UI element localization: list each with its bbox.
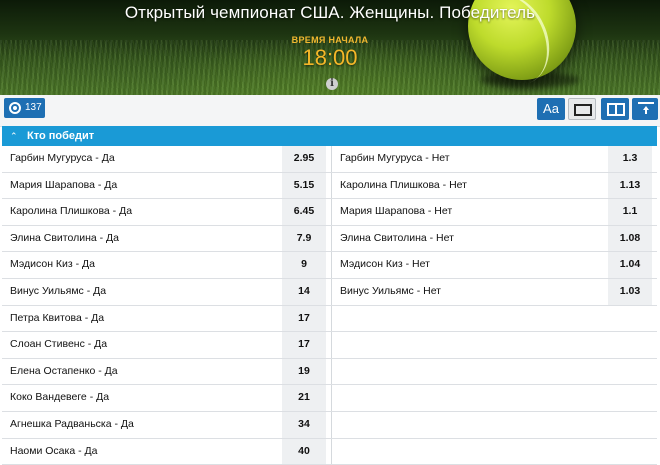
font-size-icon: Aa bbox=[543, 101, 559, 116]
outcome-right[interactable]: Гарбин Мугуруса - Нет 1.3 bbox=[332, 146, 657, 172]
outcome-name: Агнешка Радваньска - Да bbox=[10, 417, 134, 430]
table-row: Слоан Стивенс - Да 17 bbox=[2, 332, 657, 359]
outcome-right[interactable]: Мария Шарапова - Нет 1.1 bbox=[332, 199, 657, 225]
outcome-left[interactable]: Гарбин Мугуруса - Да 2.95 bbox=[2, 146, 332, 172]
font-size-button[interactable]: Aa bbox=[537, 98, 565, 120]
empty-cell bbox=[332, 332, 657, 358]
markets-count-button[interactable]: 137 bbox=[4, 98, 45, 118]
two-column-icon bbox=[607, 103, 625, 116]
table-row: Наоми Осака - Да 40 bbox=[2, 438, 657, 465]
chevron-up-icon: ⌃ bbox=[10, 131, 18, 141]
table-row: Мэдисон Киз - Да 9 Мэдисон Киз - Нет 1.04 bbox=[2, 252, 657, 279]
odds-value[interactable]: 17 bbox=[282, 332, 326, 358]
odds-value[interactable]: 21 bbox=[282, 385, 326, 411]
event-banner: Открытый чемпионат США. Женщины. Победит… bbox=[0, 0, 660, 95]
empty-cell bbox=[332, 358, 657, 385]
odds-value[interactable]: 1.13 bbox=[608, 172, 652, 199]
odds-value[interactable]: 5.15 bbox=[282, 172, 326, 199]
outcome-left[interactable]: Елена Остапенко - Да 19 bbox=[2, 358, 332, 385]
outcome-left[interactable]: Мэдисон Киз - Да 9 bbox=[2, 252, 332, 278]
empty-cell bbox=[332, 305, 657, 332]
odds-value[interactable]: 17 bbox=[282, 305, 326, 332]
odds-value[interactable]: 1.04 bbox=[608, 252, 652, 278]
odds-value[interactable]: 1.03 bbox=[608, 278, 652, 305]
table-row: Елена Остапенко - Да 19 bbox=[2, 358, 657, 386]
odds-value[interactable]: 1.3 bbox=[608, 146, 652, 172]
odds-value[interactable]: 40 bbox=[282, 438, 326, 465]
market-title: Кто победит bbox=[27, 130, 95, 142]
outcome-name: Мэдисон Киз - Да bbox=[10, 258, 95, 271]
outcome-name: Елена Остапенко - Да bbox=[10, 364, 118, 377]
outcome-name: Коко Вандевеге - Да bbox=[10, 391, 110, 404]
info-icon[interactable]: i bbox=[326, 78, 338, 90]
odds-value[interactable]: 19 bbox=[282, 358, 326, 385]
odds-value[interactable]: 34 bbox=[282, 411, 326, 438]
two-column-view-button[interactable] bbox=[601, 98, 629, 120]
table-row: Коко Вандевеге - Да 21 bbox=[2, 385, 657, 412]
outcome-name: Мария Шарапова - Да bbox=[10, 178, 118, 191]
one-column-view-button[interactable] bbox=[568, 98, 596, 120]
outcome-left[interactable]: Агнешка Радваньска - Да 34 bbox=[2, 411, 332, 438]
odds-value[interactable]: 1.1 bbox=[608, 199, 652, 225]
odds-value[interactable]: 6.45 bbox=[282, 199, 326, 225]
outcome-name: Винус Уильямс - Да bbox=[10, 284, 107, 297]
event-title: Открытый чемпионат США. Женщины. Победит… bbox=[124, 3, 536, 22]
target-icon bbox=[9, 102, 21, 114]
odds-value[interactable]: 7.9 bbox=[282, 225, 326, 252]
odds-value[interactable]: 14 bbox=[282, 278, 326, 305]
scroll-top-icon bbox=[638, 102, 654, 116]
empty-cell bbox=[332, 411, 657, 438]
outcome-name: Гарбин Мугуруса - Нет bbox=[340, 152, 450, 164]
outcome-name: Элина Свитолина - Нет bbox=[340, 231, 454, 244]
outcome-name: Винус Уильямс - Нет bbox=[340, 284, 441, 297]
outcome-name: Каролина Плишкова - Нет bbox=[340, 178, 467, 191]
markets-count: 137 bbox=[25, 102, 42, 113]
table-row: Мария Шарапова - Да 5.15 Каролина Плишкова… bbox=[2, 172, 657, 200]
outcome-name: Наоми Осака - Да bbox=[10, 444, 98, 457]
outcome-right[interactable]: Элина Свитолина - Нет 1.08 bbox=[332, 225, 657, 252]
market-header[interactable]: ⌃ Кто победит bbox=[2, 126, 657, 146]
start-time: 18:00 bbox=[302, 45, 358, 70]
outcome-left[interactable]: Коко Вандевеге - Да 21 bbox=[2, 385, 332, 411]
outcome-name: Мэдисон Киз - Нет bbox=[340, 258, 430, 271]
table-row: Гарбин Мугуруса - Да 2.95 Гарбин Мугуруса … bbox=[2, 146, 657, 173]
table-row: Элина Свитолина - Да 7.9 Элина Свитолина -… bbox=[2, 225, 657, 253]
odds-value[interactable]: 9 bbox=[282, 252, 326, 278]
table-row: Агнешка Радваньска - Да 34 bbox=[2, 411, 657, 439]
outcome-left[interactable]: Элина Свитолина - Да 7.9 bbox=[2, 225, 332, 252]
outcome-name: Мария Шарапова - Нет bbox=[340, 205, 453, 218]
outcome-name: Петра Квитова - Да bbox=[10, 311, 105, 324]
outcome-left[interactable]: Винус Уильямс - Да 14 bbox=[2, 278, 332, 305]
table-row: Петра Квитова - Да 17 bbox=[2, 305, 657, 333]
outcome-name: Гарбин Мугуруса - Да bbox=[10, 152, 115, 164]
outcome-left[interactable]: Петра Квитова - Да 17 bbox=[2, 305, 332, 332]
outcome-name: Элина Свитолина - Да bbox=[10, 231, 119, 244]
outcome-left[interactable]: Слоан Стивенс - Да 17 bbox=[2, 332, 332, 358]
empty-cell bbox=[332, 385, 657, 411]
odds-grid: Гарбин Мугуруса - Да 2.95 Гарбин Мугуруса … bbox=[2, 146, 657, 465]
scroll-top-button[interactable] bbox=[632, 98, 658, 120]
toolbar: 137 Aa bbox=[0, 95, 660, 127]
empty-cell bbox=[332, 438, 657, 465]
outcome-name: Каролина Плишкова - Да bbox=[10, 205, 133, 218]
outcome-left[interactable]: Каролина Плишкова - Да 6.45 bbox=[2, 199, 332, 225]
table-row: Винус Уильямс - Да 14 Винус Уильямс - Нет 1… bbox=[2, 278, 657, 306]
odds-value[interactable]: 2.95 bbox=[282, 146, 326, 172]
start-time-label: ВРЕМЯ НАЧАЛА bbox=[291, 35, 369, 45]
outcome-right[interactable]: Мэдисон Киз - Нет 1.04 bbox=[332, 252, 657, 278]
outcome-name: Слоан Стивенс - Да bbox=[10, 338, 108, 351]
outcome-right[interactable]: Винус Уильямс - Нет 1.03 bbox=[332, 278, 657, 305]
outcome-left[interactable]: Мария Шарапова - Да 5.15 bbox=[2, 172, 332, 199]
odds-value[interactable]: 1.08 bbox=[608, 225, 652, 252]
outcome-right[interactable]: Каролина Плишкова - Нет 1.13 bbox=[332, 172, 657, 199]
one-column-icon bbox=[574, 104, 592, 116]
table-row: Каролина Плишкова - Да 6.45 Мария Шарапова… bbox=[2, 199, 657, 226]
outcome-left[interactable]: Наоми Осака - Да 40 bbox=[2, 438, 332, 465]
